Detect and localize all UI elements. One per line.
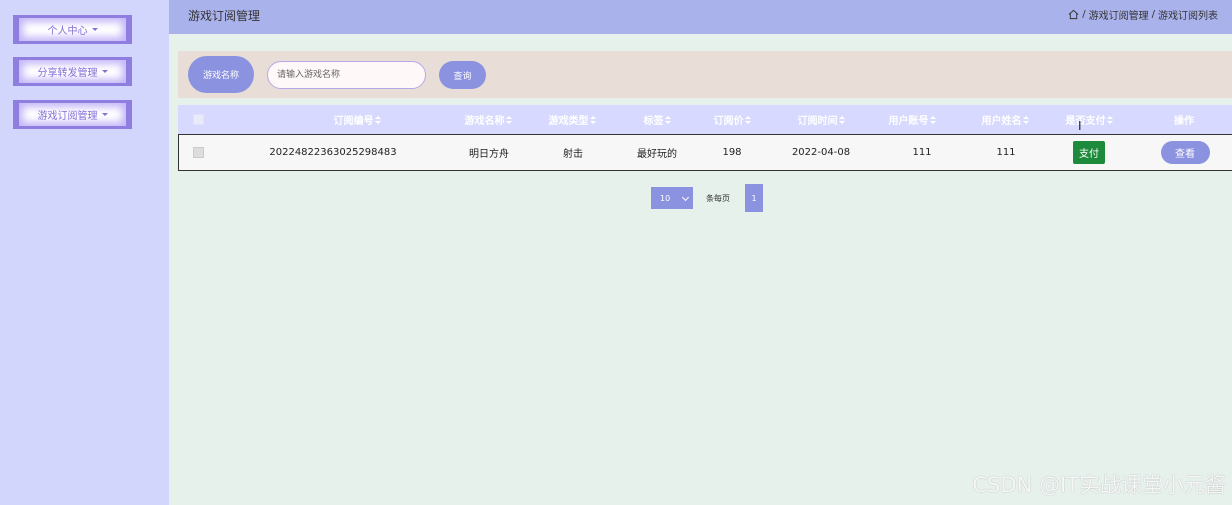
- home-icon[interactable]: [1068, 9, 1079, 20]
- sort-icon[interactable]: [1106, 115, 1113, 124]
- sort-icon[interactable]: [664, 115, 671, 124]
- game-type: 射击: [563, 149, 583, 160]
- sort-icon[interactable]: [1022, 115, 1029, 124]
- caret-down-icon: [101, 113, 108, 116]
- user-account: 111: [912, 147, 932, 158]
- column-header[interactable]: 订阅价: [694, 105, 770, 134]
- text-cursor-icon: I: [1078, 119, 1082, 133]
- breadcrumb: / 游戏订阅管理 / 游戏订阅列表: [1068, 7, 1218, 22]
- page-size-select[interactable]: 10: [651, 187, 693, 209]
- per-page-label: 条每页: [706, 194, 730, 203]
- order-number: 20224822363025298483: [269, 147, 397, 158]
- sidebar-item-label: 分享转发管理: [37, 68, 98, 79]
- column-header[interactable]: 用户账号: [874, 105, 950, 134]
- sort-icon[interactable]: [838, 115, 845, 124]
- sidebar-item-label: 游戏订阅管理: [37, 111, 98, 122]
- caret-down-icon: [91, 28, 98, 31]
- action-cell: 查看: [1160, 135, 1210, 170]
- search-label: 游戏名称: [188, 56, 254, 93]
- subscription-time: 2022-04-08: [791, 147, 851, 158]
- column-header: 操作: [1174, 116, 1194, 127]
- tag: 最好玩的: [637, 149, 677, 160]
- sort-icon[interactable]: [589, 115, 596, 124]
- table-header: 订阅编号 游戏名称 游戏类型 标签 订阅价 订阅时间 用户账号 用户姓名 是否支…: [178, 105, 1232, 134]
- sidebar-item-personal-center[interactable]: 个人中心: [13, 15, 132, 44]
- column-header[interactable]: 是否支付: [1051, 105, 1127, 134]
- sort-icon[interactable]: [744, 115, 751, 124]
- data-table: 订阅编号 游戏名称 游戏类型 标签 订阅价 订阅时间 用户账号 用户姓名 是否支…: [178, 105, 1232, 171]
- column-header[interactable]: 订阅时间: [778, 105, 864, 134]
- column-header[interactable]: 用户姓名: [967, 105, 1043, 134]
- page-title: 游戏订阅管理: [188, 9, 261, 23]
- select-all-checkbox[interactable]: [188, 105, 208, 134]
- page-button[interactable]: 1: [745, 184, 763, 212]
- header: 游戏订阅管理 / 游戏订阅管理 / 游戏订阅列表: [169, 0, 1232, 34]
- user-name: 111: [996, 147, 1016, 158]
- breadcrumb-item[interactable]: 游戏订阅管理: [1089, 7, 1149, 22]
- row-checkbox[interactable]: [188, 135, 208, 170]
- payment-cell: 支付: [1049, 135, 1129, 170]
- watermark: CSDN @IT实战课堂小元酱: [972, 473, 1226, 497]
- view-button[interactable]: 查看: [1160, 141, 1210, 164]
- sidebar-item-subscription-management[interactable]: 游戏订阅管理: [13, 100, 132, 129]
- column-header[interactable]: 标签: [620, 105, 694, 134]
- sort-icon[interactable]: [505, 115, 512, 124]
- column-header[interactable]: 游戏名称: [450, 105, 526, 134]
- sidebar-item-label: 个人中心: [47, 26, 88, 37]
- pay-button[interactable]: 支付: [1073, 141, 1105, 164]
- caret-down-icon: [101, 70, 108, 73]
- game-name: 明日方舟: [469, 149, 509, 160]
- breadcrumb-item: 游戏订阅列表: [1158, 11, 1218, 22]
- sort-icon[interactable]: [374, 115, 381, 124]
- search-input[interactable]: [267, 61, 426, 89]
- sidebar: 个人中心 分享转发管理 游戏订阅管理: [0, 0, 169, 505]
- search-bar: 游戏名称 查询: [178, 51, 1232, 98]
- price: 198: [722, 147, 742, 158]
- column-header[interactable]: 订阅编号: [282, 105, 432, 134]
- table-row[interactable]: 20224822363025298483 明日方舟 射击 最好玩的 198 20…: [178, 134, 1232, 171]
- chevron-down-icon: [681, 193, 690, 202]
- sort-icon[interactable]: [929, 115, 936, 124]
- query-button[interactable]: 查询: [439, 61, 486, 89]
- column-header[interactable]: 游戏类型: [534, 105, 610, 134]
- sidebar-item-share-management[interactable]: 分享转发管理: [13, 57, 132, 86]
